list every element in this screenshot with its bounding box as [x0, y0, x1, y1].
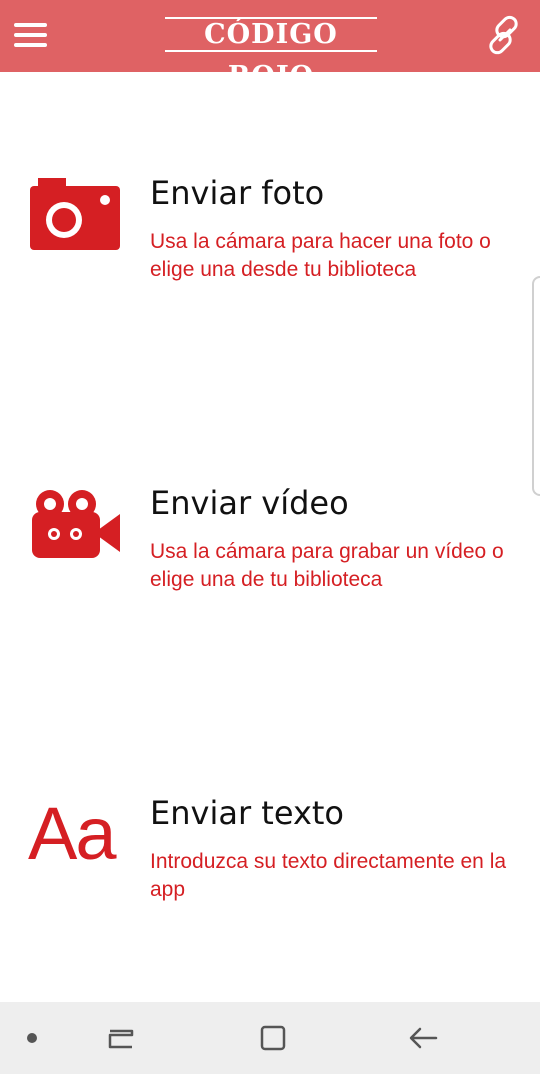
camera-icon	[28, 174, 124, 254]
recents-button[interactable]	[103, 1020, 139, 1056]
menu-line	[14, 23, 47, 27]
send-photo-option[interactable]: Enviar foto Usa la cámara para hacer una…	[0, 174, 540, 324]
video-camera-icon	[28, 484, 124, 564]
option-description: Introduzca su texto directamente en la a…	[150, 850, 507, 901]
app-bar: CÓDIGO ROJO	[0, 0, 540, 92]
system-nav-bar	[0, 1002, 540, 1074]
back-icon	[409, 1027, 438, 1049]
text-icon: Aa	[28, 792, 117, 875]
dot-icon	[27, 1033, 37, 1043]
option-description: Usa la cámara para grabar un vídeo o eli…	[150, 540, 504, 591]
menu-button[interactable]	[14, 20, 48, 50]
back-button[interactable]	[406, 1020, 442, 1056]
option-title: Enviar vídeo	[150, 484, 349, 522]
menu-line	[14, 43, 47, 47]
nav-dot-button[interactable]	[14, 1020, 50, 1056]
option-title: Enviar foto	[150, 174, 325, 212]
option-title: Enviar texto	[150, 794, 344, 832]
edge-panel-handle[interactable]	[532, 276, 540, 496]
link-chain-icon	[489, 15, 518, 55]
option-description: Usa la cámara para hacer una foto o elig…	[150, 230, 491, 281]
home-icon	[260, 1025, 286, 1051]
send-video-option[interactable]: Enviar vídeo Usa la cámara para grabar u…	[0, 484, 540, 634]
link-button[interactable]	[484, 14, 526, 56]
recents-icon	[108, 1029, 134, 1049]
home-button[interactable]	[255, 1020, 291, 1056]
send-text-option[interactable]: Aa Enviar texto Introduzca su texto dire…	[0, 794, 540, 944]
logo-rule-bottom	[165, 50, 377, 52]
menu-line	[14, 33, 47, 37]
